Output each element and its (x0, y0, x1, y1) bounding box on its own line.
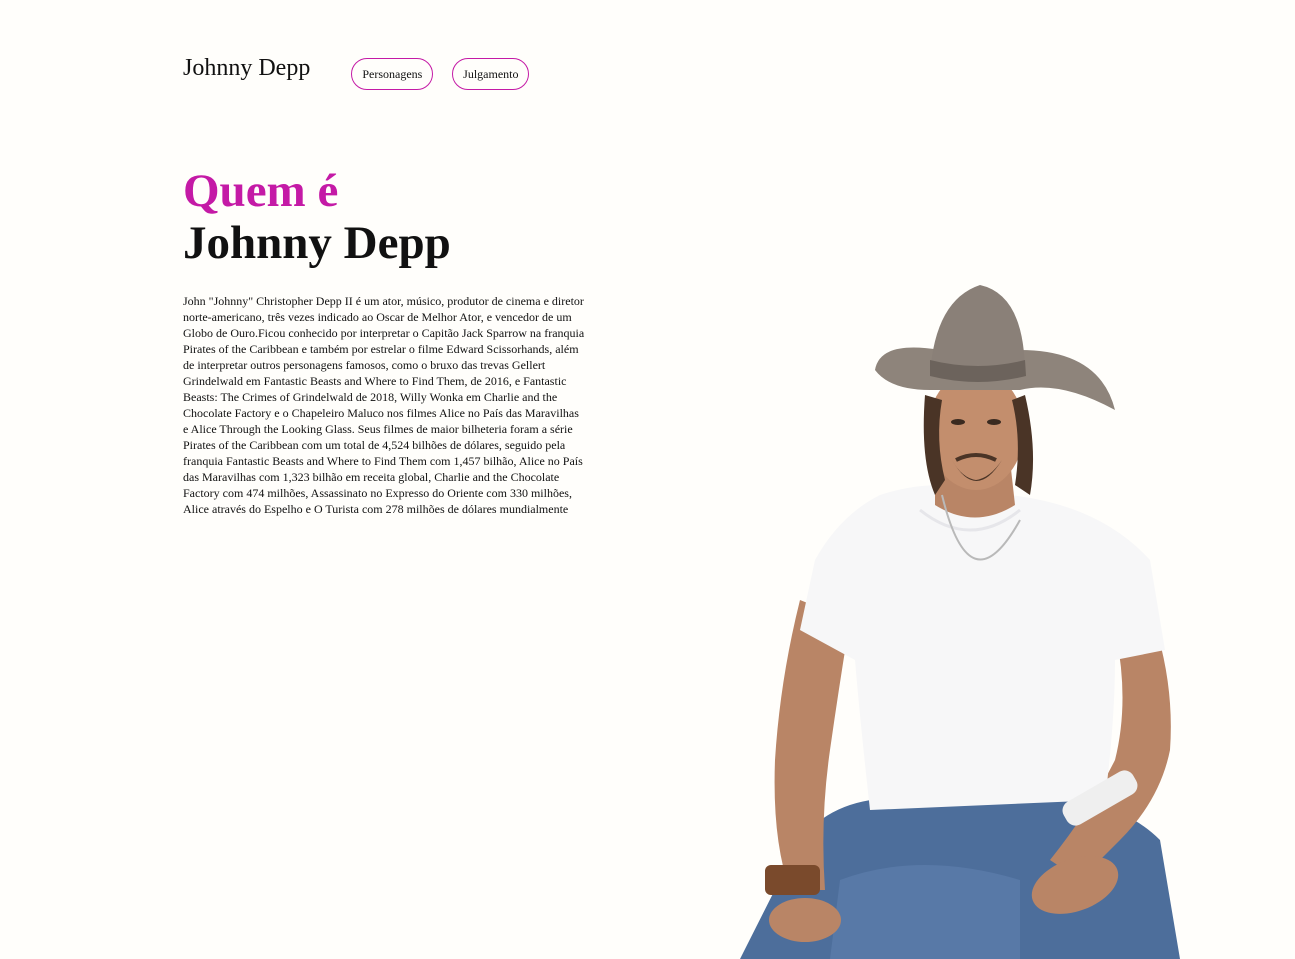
portrait-image (720, 280, 1190, 959)
page: Johnny Depp Personagens Julgamento Quem … (0, 0, 1295, 959)
site-header: Johnny Depp Personagens Julgamento (183, 55, 530, 90)
hero-title-line2: Johnny Depp (183, 217, 451, 269)
brand-title[interactable]: Johnny Depp (183, 55, 310, 82)
nav-button-personagens[interactable]: Personagens (351, 58, 434, 90)
bio-paragraph: John "Johnny" Christopher Depp II é um a… (183, 294, 585, 516)
hero-title: Quem é Johnny Depp (183, 168, 451, 267)
hero-title-line1: Quem é (183, 165, 339, 217)
nav-button-julgamento[interactable]: Julgamento (452, 58, 530, 90)
main-nav: Personagens Julgamento (351, 58, 530, 90)
